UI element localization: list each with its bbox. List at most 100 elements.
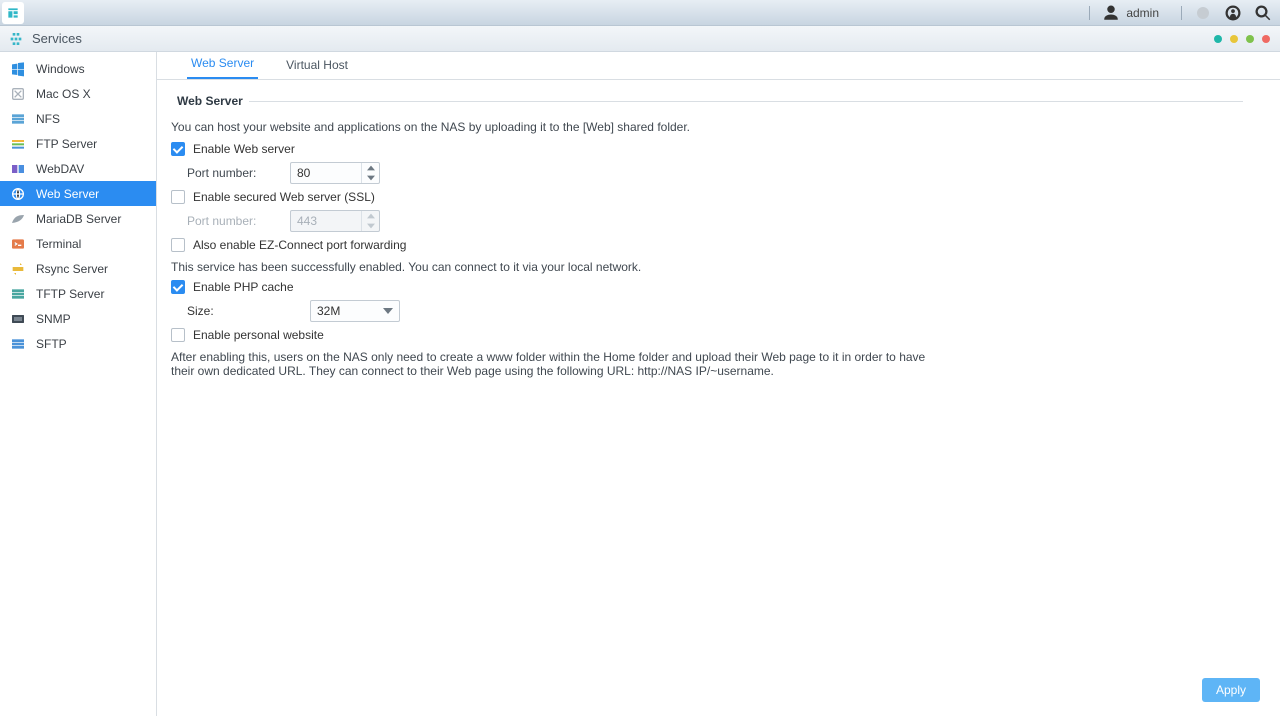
- tab-virtual-host[interactable]: Virtual Host: [282, 52, 352, 79]
- checkbox-personal-website[interactable]: [171, 328, 185, 342]
- row-cache-size: Size: 32M: [171, 300, 1243, 322]
- rsync-icon: [10, 261, 26, 277]
- apply-bar: Apply: [1202, 678, 1260, 702]
- row-port: Port number:: [171, 162, 1243, 184]
- sidebar-item-windows[interactable]: Windows: [0, 56, 156, 81]
- checkbox-enable-web-label: Enable Web server: [193, 142, 295, 156]
- checkbox-enable-ssl[interactable]: [171, 190, 185, 204]
- sftp-icon: [10, 336, 26, 352]
- sidebar-item-sftp[interactable]: SFTP: [0, 331, 156, 356]
- nfs-icon: [10, 111, 26, 127]
- macos-icon: [10, 86, 26, 102]
- row-ez-connect: Also enable EZ-Connect port forwarding: [171, 238, 1243, 252]
- window-title-text: Services: [32, 31, 82, 46]
- separator: [1181, 6, 1182, 20]
- sidebar-item-ftp[interactable]: FTP Server: [0, 131, 156, 156]
- window-help-dot[interactable]: [1214, 35, 1222, 43]
- sidebar-item-label: TFTP Server: [36, 287, 104, 301]
- webdav-icon: [10, 161, 26, 177]
- user-icon: [1102, 4, 1120, 22]
- sidebar-item-label: SNMP: [36, 312, 71, 326]
- search-button[interactable]: [1254, 4, 1272, 22]
- apply-button[interactable]: Apply: [1202, 678, 1260, 702]
- window-max-dot[interactable]: [1246, 35, 1254, 43]
- checkbox-enable-web[interactable]: [171, 142, 185, 156]
- system-bar: admin: [0, 0, 1280, 26]
- port-spin-down[interactable]: [362, 173, 379, 183]
- ssl-port-spinner: [290, 210, 380, 232]
- port-spin-buttons: [361, 163, 379, 183]
- help-icon[interactable]: [1224, 4, 1242, 22]
- cache-size-select[interactable]: 32M: [310, 300, 400, 322]
- windows-icon: [10, 61, 26, 77]
- sidebar-item-terminal[interactable]: Terminal: [0, 231, 156, 256]
- sidebar-item-mariadb[interactable]: MariaDB Server: [0, 206, 156, 231]
- separator: [1089, 6, 1090, 20]
- snmp-icon: [10, 311, 26, 327]
- port-label: Port number:: [187, 166, 282, 180]
- sidebar-item-label: Web Server: [36, 187, 99, 201]
- sidebar-item-rsync[interactable]: Rsync Server: [0, 256, 156, 281]
- sidebar-item-label: WebDAV: [36, 162, 84, 176]
- mariadb-icon: [10, 211, 26, 227]
- checkbox-personal-website-label: Enable personal website: [193, 328, 324, 342]
- sidebar-item-label: NFS: [36, 112, 60, 126]
- chevron-down-icon: [383, 307, 393, 315]
- sidebar-item-label: MariaDB Server: [36, 212, 121, 226]
- sidebar-item-label: Mac OS X: [36, 87, 91, 101]
- ssl-port-label: Port number:: [187, 214, 282, 228]
- status-message: This service has been successfully enabl…: [171, 260, 1243, 274]
- web-icon: [10, 186, 26, 202]
- checkbox-ez-connect[interactable]: [171, 238, 185, 252]
- sysbar-right: admin: [1089, 4, 1280, 22]
- window-close-dot[interactable]: [1262, 35, 1270, 43]
- sidebar-item-label: FTP Server: [36, 137, 97, 151]
- ftp-icon: [10, 136, 26, 152]
- checkbox-ez-connect-label: Also enable EZ-Connect port forwarding: [193, 238, 406, 252]
- sidebar-item-tftp[interactable]: TFTP Server: [0, 281, 156, 306]
- section-description: You can host your website and applicatio…: [171, 120, 1243, 134]
- window-controls: [1214, 35, 1280, 43]
- checkbox-enable-ssl-label: Enable secured Web server (SSL): [193, 190, 375, 204]
- home-button[interactable]: [2, 2, 24, 24]
- row-enable-ssl: Enable secured Web server (SSL): [171, 190, 1243, 204]
- user-menu[interactable]: admin: [1102, 4, 1169, 22]
- sidebar: Windows Mac OS X NFS FTP Server WebDAV W…: [0, 52, 157, 716]
- sidebar-item-webdav[interactable]: WebDAV: [0, 156, 156, 181]
- checkbox-php-cache[interactable]: [171, 280, 185, 294]
- home-icon: [6, 6, 20, 20]
- fieldset-web-server: Web Server You can host your website and…: [171, 94, 1243, 384]
- sidebar-item-snmp[interactable]: SNMP: [0, 306, 156, 331]
- window-body: Windows Mac OS X NFS FTP Server WebDAV W…: [0, 52, 1280, 716]
- sidebar-item-macos[interactable]: Mac OS X: [0, 81, 156, 106]
- ssl-port-spin-down: [362, 221, 379, 231]
- sidebar-item-web[interactable]: Web Server: [0, 181, 156, 206]
- sidebar-item-nfs[interactable]: NFS: [0, 106, 156, 131]
- window-titlebar: Services: [0, 26, 1280, 52]
- terminal-icon: [10, 236, 26, 252]
- username-label: admin: [1126, 6, 1159, 20]
- port-spinner[interactable]: [290, 162, 380, 184]
- sidebar-item-label: Terminal: [36, 237, 81, 251]
- ssl-port-spin-buttons: [361, 211, 379, 231]
- tab-web-server[interactable]: Web Server: [187, 50, 258, 79]
- search-icon: [1254, 4, 1272, 22]
- personal-website-description: After enabling this, users on the NAS on…: [171, 350, 931, 378]
- cache-size-value: 32M: [317, 304, 340, 318]
- cache-size-label: Size:: [187, 304, 302, 318]
- port-input[interactable]: [291, 163, 361, 183]
- port-spin-up[interactable]: [362, 163, 379, 173]
- tab-bar: Web Server Virtual Host: [157, 52, 1280, 80]
- row-ssl-port: Port number:: [171, 210, 1243, 232]
- row-personal-website: Enable personal website: [171, 328, 1243, 342]
- fieldset-legend: Web Server: [171, 94, 249, 108]
- window-min-dot[interactable]: [1230, 35, 1238, 43]
- window-title: Services: [0, 31, 82, 47]
- checkbox-php-cache-label: Enable PHP cache: [193, 280, 294, 294]
- sidebar-item-label: SFTP: [36, 337, 67, 351]
- sysbar-left: [0, 2, 30, 24]
- row-php-cache: Enable PHP cache: [171, 280, 1243, 294]
- sidebar-item-label: Rsync Server: [36, 262, 108, 276]
- services-icon: [8, 31, 24, 47]
- status-icon[interactable]: [1194, 4, 1212, 22]
